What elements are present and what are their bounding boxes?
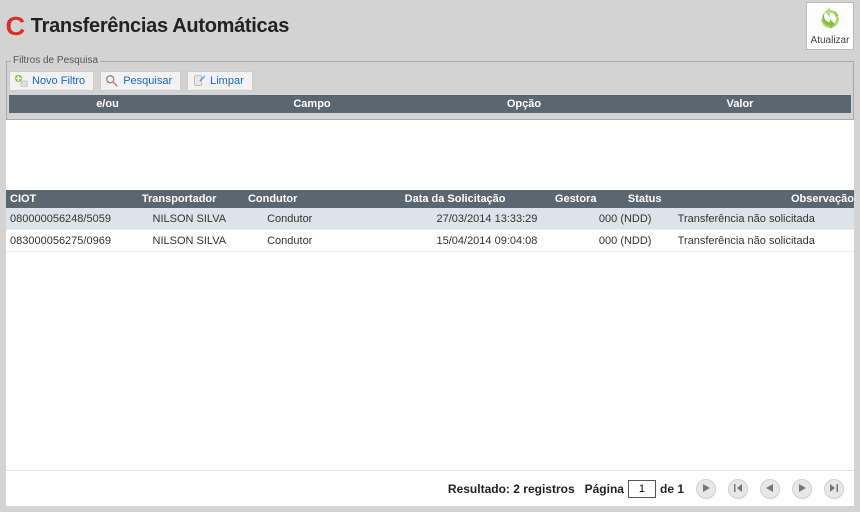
refresh-label: Atualizar [811, 35, 850, 46]
filters-col-campo: Campo [206, 98, 418, 110]
new-filter-button[interactable]: Novo Filtro [9, 71, 94, 91]
prev-icon [765, 481, 775, 496]
page-input[interactable] [628, 480, 656, 498]
search-icon [105, 74, 119, 88]
first-icon [733, 481, 743, 496]
play-icon [701, 481, 711, 496]
next-page-button-2[interactable] [792, 479, 812, 499]
last-page-button[interactable] [824, 479, 844, 499]
grid-area: CIOT Transportador Condutor Data da Soli… [6, 120, 854, 470]
filters-col-eou: e/ou [9, 98, 206, 110]
cell-data: 27/03/2014 13:33:29 [432, 213, 594, 225]
refresh-icon [818, 6, 842, 33]
result-label: Resultado: 2 registros [448, 482, 575, 496]
clear-icon [192, 74, 206, 88]
col-observacao: Observação [787, 193, 854, 205]
table-row[interactable]: 083000056275/0969 NILSON SILVA Condutor … [6, 230, 854, 252]
filters-col-opcao: Opção [418, 98, 630, 110]
col-data: Data da Solicitação [401, 193, 551, 205]
cell-data: 15/04/2014 09:04:08 [432, 235, 594, 247]
cell-transportador: NILSON SILVA [149, 213, 264, 225]
next-icon [797, 481, 807, 496]
cell-status: Transferência não solicitada [674, 235, 850, 247]
plus-icon [14, 74, 28, 88]
cell-gestora: 000 (NDD) [595, 235, 674, 247]
new-filter-label: Novo Filtro [32, 75, 85, 87]
page-title: Transferências Automáticas [31, 15, 289, 38]
cell-ciot: 080000056248/5059 [6, 213, 149, 225]
col-condutor: Condutor [244, 193, 401, 205]
refresh-button[interactable]: Atualizar [806, 2, 854, 50]
cell-ciot: 083000056275/0969 [6, 235, 149, 247]
grid-header: CIOT Transportador Condutor Data da Soli… [6, 190, 854, 208]
logo-icon: C [6, 11, 26, 42]
first-page-button[interactable] [728, 479, 748, 499]
clear-button[interactable]: Limpar [187, 71, 253, 91]
clear-label: Limpar [210, 75, 244, 87]
col-transportador: Transportador [138, 193, 244, 205]
col-status: Status [624, 193, 787, 205]
next-page-button[interactable] [696, 479, 716, 499]
cell-condutor: Condutor [263, 235, 432, 247]
filters-toolbar: Novo Filtro Pesquisar Limpar [9, 71, 851, 91]
cell-transportador: NILSON SILVA [149, 235, 264, 247]
pager: Resultado: 2 registros Página de 1 [6, 470, 854, 506]
filters-col-valor: Valor [630, 98, 850, 110]
cell-gestora: 000 (NDD) [595, 213, 674, 225]
filters-columns-header: e/ou Campo Opção Valor [9, 95, 851, 113]
filters-fieldset: Filtros de Pesquisa Novo Filtro Pesquisa… [6, 56, 854, 120]
col-gestora: Gestora [551, 193, 624, 205]
cell-condutor: Condutor [263, 213, 432, 225]
col-ciot: CIOT [6, 193, 138, 205]
table-row[interactable]: 080000056248/5059 NILSON SILVA Condutor … [6, 208, 854, 230]
of-label: de 1 [660, 482, 684, 496]
page-label: Página [585, 482, 624, 496]
page-header: C Transferências Automáticas Atualizar [0, 0, 860, 50]
cell-status: Transferência não solicitada [674, 213, 850, 225]
filters-legend: Filtros de Pesquisa [11, 55, 100, 66]
search-label: Pesquisar [123, 75, 172, 87]
last-icon [829, 481, 839, 496]
prev-page-button[interactable] [760, 479, 780, 499]
search-button[interactable]: Pesquisar [100, 71, 181, 91]
